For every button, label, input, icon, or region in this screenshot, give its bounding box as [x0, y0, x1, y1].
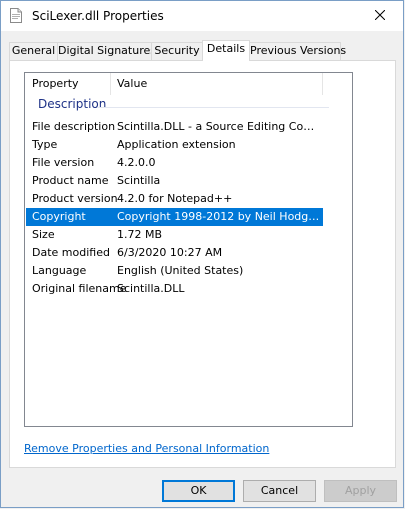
details-panel: Property Value Description File descript…	[9, 60, 396, 468]
property-name: Product name	[32, 174, 109, 187]
property-value: Copyright 1998-2012 by Neil Hodgson	[117, 210, 322, 223]
property-value: Application extension	[117, 138, 236, 151]
property-name: Product version	[32, 192, 118, 205]
property-value: 4.2.0 for Notepad++	[117, 192, 233, 205]
property-name: Original filename	[32, 282, 127, 295]
list-item[interactable]: File description Scintilla.DLL - a Sourc…	[26, 118, 323, 136]
close-icon	[374, 9, 386, 23]
property-value: English (United States)	[117, 264, 244, 277]
window-title: SciLexer.dll Properties	[32, 9, 164, 23]
list-item[interactable]: Language English (United States)	[26, 262, 323, 280]
title-bar: SciLexer.dll Properties	[1, 1, 403, 31]
property-value: Scintilla.DLL	[117, 282, 185, 295]
group-divider	[97, 107, 329, 108]
remove-properties-link[interactable]: Remove Properties and Personal Informati…	[24, 442, 269, 455]
cancel-button[interactable]: Cancel	[243, 480, 316, 502]
list-item[interactable]: Original filename Scintilla.DLL	[26, 280, 323, 298]
list-item[interactable]: File version 4.2.0.0	[26, 154, 323, 172]
tab-security[interactable]: Security	[151, 42, 203, 60]
property-name: Size	[32, 228, 55, 241]
list-item-selected[interactable]: Copyright Copyright 1998-2012 by Neil Ho…	[26, 208, 323, 226]
property-name: Date modified	[32, 246, 110, 259]
list-item[interactable]: Product name Scintilla	[26, 172, 323, 190]
close-button[interactable]	[357, 1, 403, 31]
list-item[interactable]: Date modified 6/3/2020 10:27 AM	[26, 244, 323, 262]
property-value: 4.2.0.0	[117, 156, 156, 169]
property-value: Scintilla	[117, 174, 161, 187]
property-name: Copyright	[32, 210, 86, 223]
column-property[interactable]: Property	[32, 77, 79, 90]
tab-digital-signatures[interactable]: Digital Signatures	[57, 42, 156, 60]
property-name: Language	[32, 264, 87, 277]
property-value: 6/3/2020 10:27 AM	[117, 246, 223, 259]
column-divider[interactable]	[110, 73, 111, 95]
column-header: Property Value	[25, 73, 352, 95]
tab-details[interactable]: Details	[202, 40, 250, 61]
property-value: 1.72 MB	[117, 228, 163, 241]
property-value: Scintilla.DLL - a Source Editing Compon.…	[117, 120, 322, 133]
tab-previous-versions[interactable]: Previous Versions	[249, 42, 346, 60]
column-value[interactable]: Value	[117, 77, 147, 90]
list-item[interactable]: Size 1.72 MB	[26, 226, 323, 244]
list-item[interactable]: Type Application extension	[26, 136, 323, 154]
dll-file-icon	[10, 8, 22, 23]
properties-dialog: SciLexer.dll Properties General Digital …	[0, 0, 404, 508]
column-divider[interactable]	[322, 73, 323, 95]
apply-button[interactable]: Apply	[324, 480, 397, 502]
property-name: Type	[32, 138, 58, 151]
tab-general[interactable]: General	[9, 42, 58, 60]
group-description-title: Description	[38, 97, 107, 111]
list-item[interactable]: Product version 4.2.0 for Notepad++	[26, 190, 323, 208]
property-name: File description	[32, 120, 116, 133]
property-name: File version	[32, 156, 95, 169]
ok-button[interactable]: OK	[162, 480, 235, 502]
details-list[interactable]: Property Value Description File descript…	[24, 72, 353, 427]
